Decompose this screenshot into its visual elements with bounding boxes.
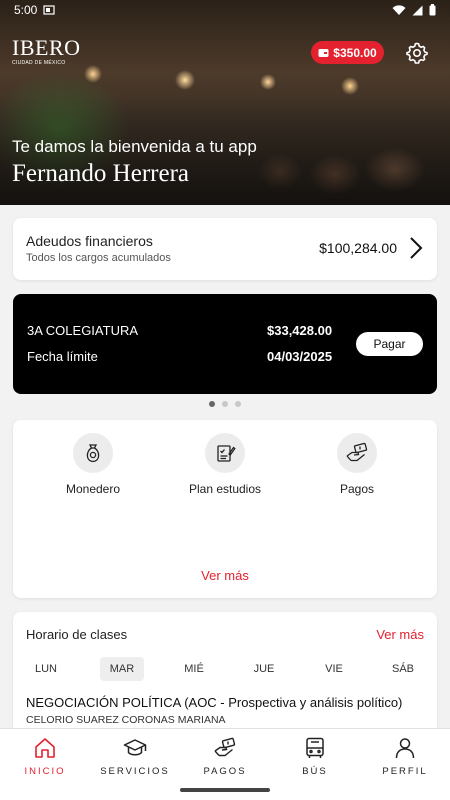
carousel-dot-active[interactable] — [209, 401, 215, 407]
pay-button[interactable]: Pagar — [356, 332, 423, 356]
status-bar: 5:00 — [0, 0, 450, 20]
home-gesture-bar[interactable] — [180, 788, 270, 792]
debt-subtitle: Todos los cargos acumulados — [26, 252, 171, 264]
service-label: Monedero — [65, 482, 121, 496]
payment-concept: 3A COLEGIATURA — [27, 323, 139, 338]
nav-item-pagos[interactable]: PAGOS — [180, 736, 270, 777]
user-name: Fernando Herrera — [12, 160, 189, 187]
service-label: Pagos — [339, 482, 375, 496]
ibero-logo: IBERO CIUDAD DE MÉXICO — [12, 35, 81, 67]
nav-label: BÚS — [302, 766, 328, 777]
course-name[interactable]: NEGOCIACIÓN POLÍTICA (AOC - Prospectiva … — [26, 695, 402, 710]
nav-item-inicio[interactable]: INICIO — [0, 736, 90, 777]
financial-debts-card[interactable]: Adeudos financieros Todos los cargos acu… — [13, 218, 437, 280]
service-icon-circle — [73, 433, 113, 473]
service-icon-circle — [337, 433, 377, 473]
due-date-value: 04/03/2025 — [267, 349, 333, 364]
payment-hand-icon — [346, 442, 368, 462]
payment-hand-icon — [214, 737, 236, 757]
quick-services-card: Monedero Plan estudios Pagos Ver más — [13, 420, 437, 598]
day-tab-sab[interactable]: SÁB — [381, 657, 425, 681]
nav-item-servicios[interactable]: SERVICIOS — [90, 736, 180, 777]
carousel-dot[interactable] — [222, 401, 228, 407]
nav-item-perfil[interactable]: PERFIL — [360, 736, 450, 777]
nav-label: PAGOS — [203, 766, 247, 777]
see-more-services-link[interactable]: Ver más — [13, 568, 437, 583]
nav-label: PERFIL — [382, 766, 428, 777]
bus-icon — [306, 737, 324, 758]
course-teacher: CELORIO SUAREZ CORONAS MARIANA — [26, 714, 226, 726]
signal-icon — [412, 5, 423, 15]
nav-item-bus[interactable]: BÚS — [270, 736, 360, 777]
day-tab-lun[interactable]: LUN — [24, 657, 68, 681]
graduation-cap-icon — [123, 739, 147, 756]
pending-payment-card: 3A COLEGIATURA $33,428.00 Fecha límite 0… — [13, 294, 437, 394]
day-tab-mie[interactable]: MIÉ — [172, 657, 216, 681]
welcome-greeting: Te damos la bienvenida a tu app — [12, 137, 257, 156]
chevron-right-icon[interactable] — [409, 236, 423, 260]
service-icon-circle — [205, 433, 245, 473]
carousel-indicator — [0, 401, 450, 407]
service-pagos[interactable]: Pagos — [302, 433, 412, 496]
wallet-icon — [318, 48, 329, 57]
logo-main-text: IBERO — [12, 35, 81, 60]
logo-sub-text: CIUDAD DE MÉXICO — [12, 60, 66, 66]
see-more-schedule-link[interactable]: Ver más — [376, 627, 424, 642]
service-plan-estudios[interactable]: Plan estudios — [170, 433, 280, 496]
wallet-balance-amount: $350.00 — [333, 45, 377, 60]
schedule-title: Horario de clases — [26, 627, 128, 642]
service-monedero[interactable]: Monedero — [38, 433, 148, 496]
day-tab-jue[interactable]: JUE — [242, 657, 286, 681]
weekday-selector: LUN MAR MIÉ JUE VIE SÁB — [13, 657, 437, 681]
nav-label: SERVICIOS — [100, 766, 170, 777]
carousel-dot[interactable] — [235, 401, 241, 407]
wifi-icon — [392, 4, 406, 15]
due-date-label: Fecha límite — [27, 349, 98, 364]
person-icon — [395, 738, 415, 759]
screenshot-notification-icon — [43, 5, 55, 15]
status-time: 5:00 — [14, 3, 38, 17]
status-right — [392, 4, 436, 16]
wallet-balance-badge[interactable]: $350.00 — [311, 41, 384, 64]
settings-gear-icon[interactable] — [405, 41, 429, 65]
home-icon — [35, 738, 55, 758]
day-tab-mar[interactable]: MAR — [100, 657, 144, 681]
battery-icon — [429, 4, 436, 16]
payment-amount: $33,428.00 — [267, 323, 333, 338]
nav-label: INICIO — [24, 766, 66, 777]
wallet-bag-icon — [86, 444, 100, 463]
debt-amount: $100,284.00 — [319, 240, 397, 256]
study-plan-icon — [217, 445, 236, 462]
day-tab-vie[interactable]: VIE — [312, 657, 356, 681]
status-left: 5:00 — [14, 3, 55, 17]
debt-title: Adeudos financieros — [26, 233, 153, 249]
service-label: Plan estudios — [188, 482, 262, 496]
